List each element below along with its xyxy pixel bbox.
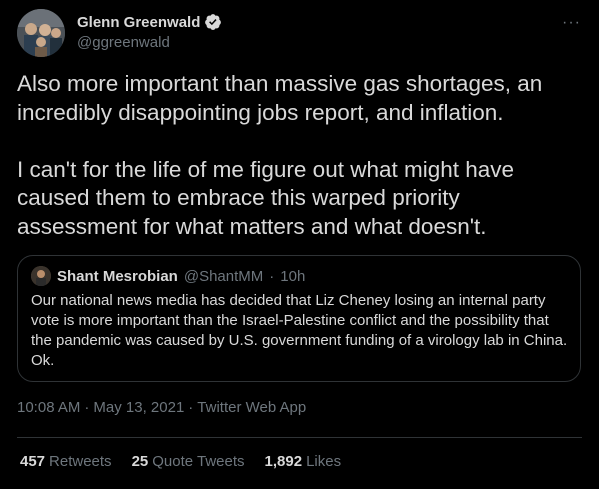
- retweets-stat[interactable]: 457 Retweets: [20, 453, 112, 470]
- retweets-label: Retweets: [49, 453, 112, 470]
- more-options-icon[interactable]: ···: [562, 14, 581, 32]
- tweet: Glenn Greenwald @ggreenwald ··· Also mor…: [0, 0, 599, 489]
- author-block: Glenn Greenwald @ggreenwald: [77, 13, 222, 51]
- quoted-tweet-text: Our national news media has decided that…: [31, 292, 568, 369]
- tweet-time[interactable]: 10:08 AM: [17, 399, 80, 416]
- avatar-photo: [17, 9, 65, 57]
- verified-badge-icon: [204, 13, 222, 31]
- tweet-meta: 10:08 AM · May 13, 2021 · Twitter Web Ap…: [17, 399, 306, 416]
- quoted-author-name: Shant Mesrobian: [57, 267, 178, 285]
- author-handle[interactable]: @ggreenwald: [77, 34, 222, 51]
- likes-count: 1,892: [264, 453, 303, 470]
- meta-separator: ·: [84, 399, 90, 416]
- author-name[interactable]: Glenn Greenwald: [77, 14, 200, 31]
- meta-separator: ·: [188, 399, 194, 416]
- quoted-avatar: [31, 266, 51, 286]
- tweet-text: Also more important than massive gas sho…: [17, 71, 543, 239]
- tweet-source[interactable]: Twitter Web App: [197, 399, 306, 416]
- quoted-author-handle: @ShantMM: [183, 267, 264, 285]
- quoted-time: 10h: [280, 267, 306, 285]
- likes-stat[interactable]: 1,892 Likes: [265, 453, 342, 470]
- quote-tweets-label: Quote Tweets: [152, 453, 245, 470]
- quote-tweets-stat[interactable]: 25 Quote Tweets: [132, 453, 245, 470]
- avatar[interactable]: [17, 9, 65, 57]
- quote-tweets-count: 25: [131, 453, 149, 470]
- likes-label: Likes: [306, 453, 342, 470]
- quoted-tweet[interactable]: Shant Mesrobian @ShantMM · 10h Our natio…: [17, 255, 581, 382]
- quoted-tweet-header: Shant Mesrobian @ShantMM · 10h: [31, 266, 305, 286]
- retweets-count: 457: [20, 453, 46, 470]
- divider: [17, 437, 582, 438]
- quoted-separator: ·: [269, 267, 275, 285]
- tweet-stats: 457 Retweets 25 Quote Tweets 1,892 Likes: [20, 453, 341, 470]
- tweet-date[interactable]: May 13, 2021: [93, 399, 184, 416]
